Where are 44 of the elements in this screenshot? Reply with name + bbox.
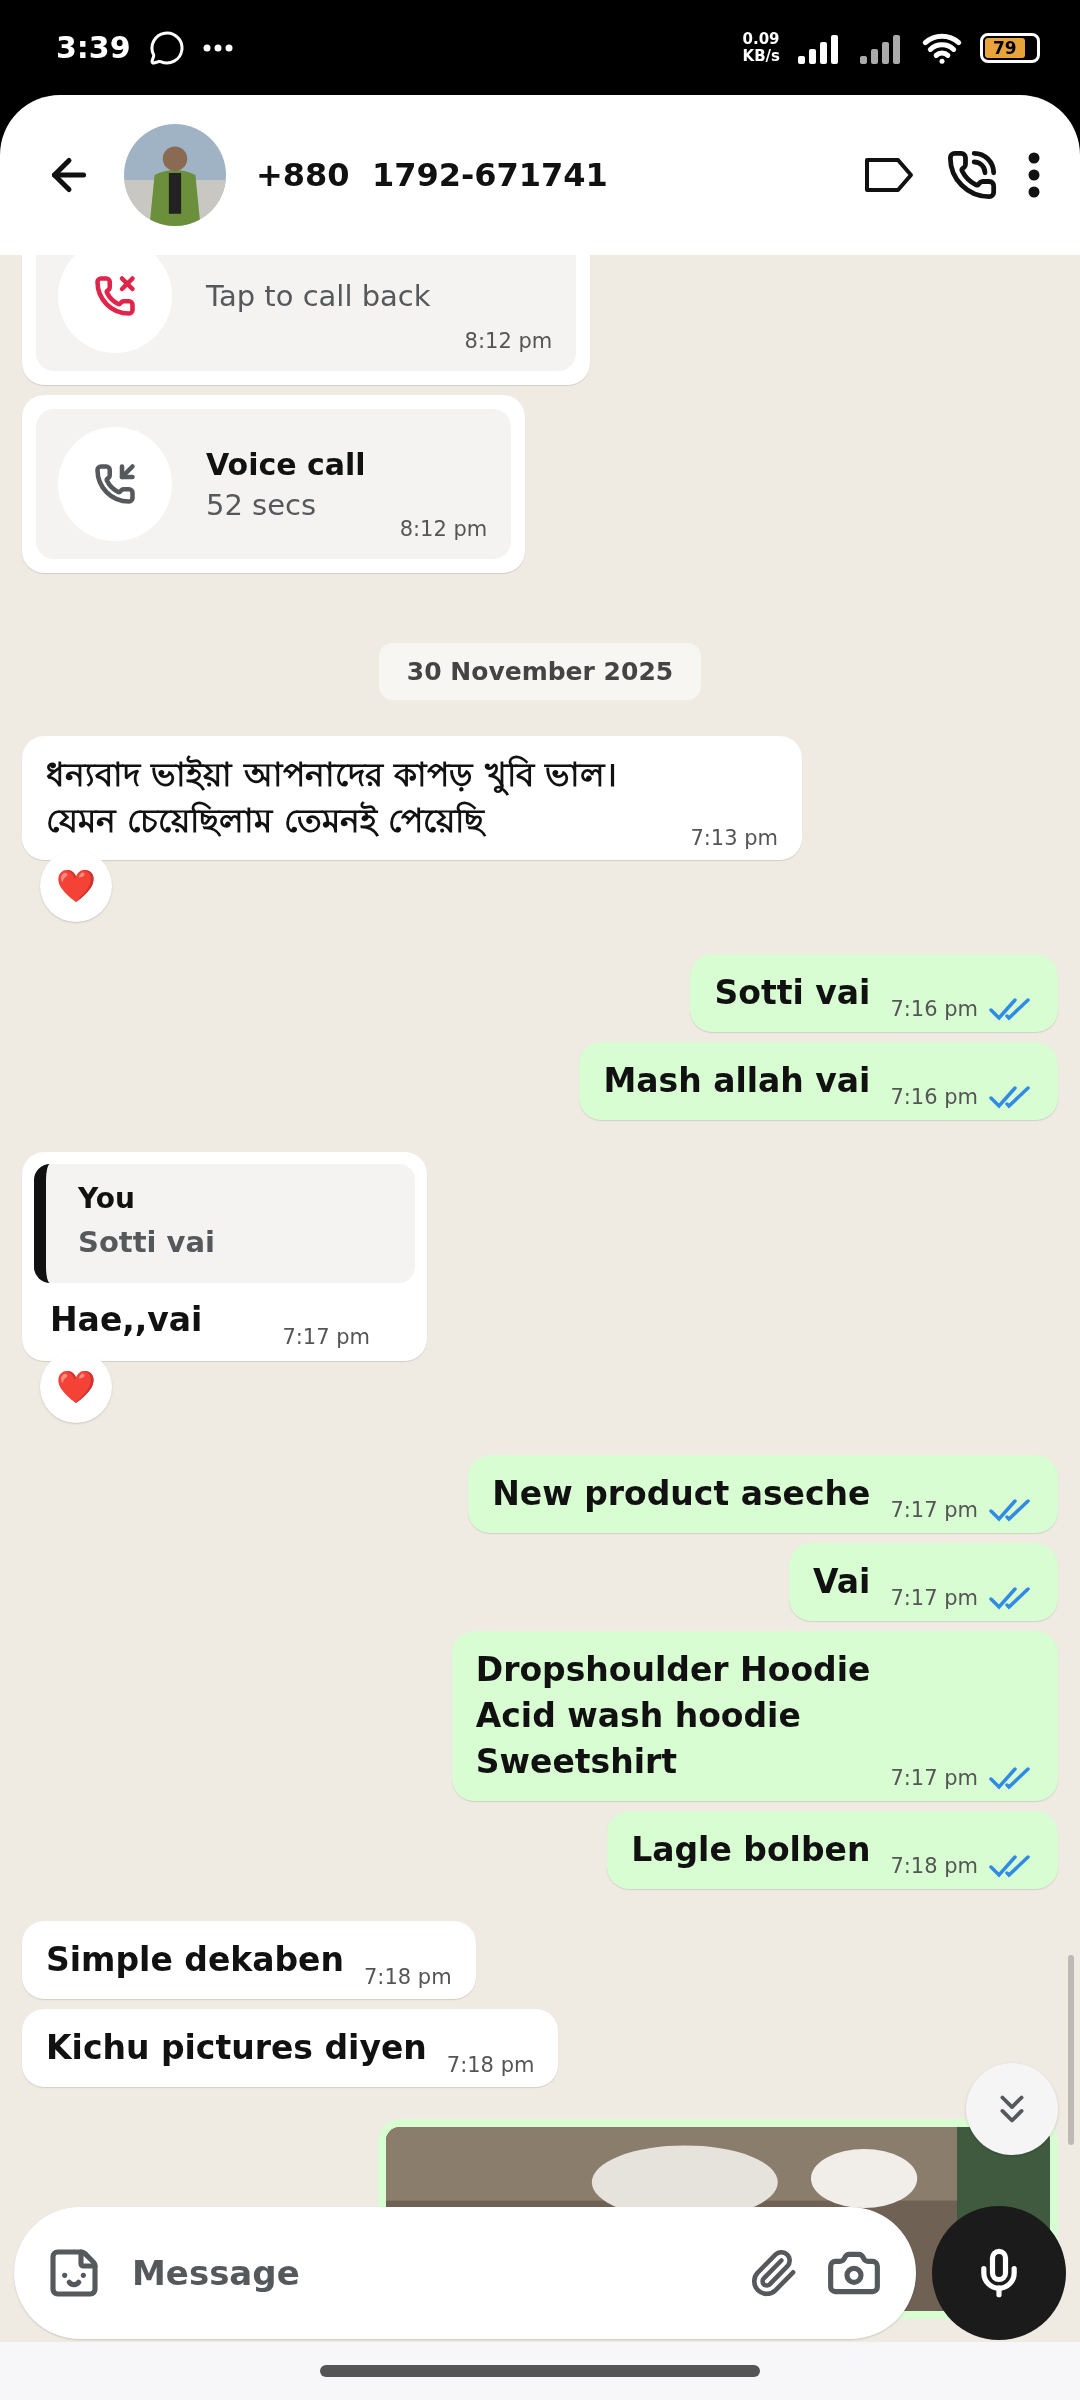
message-field[interactable]: Message — [130, 2252, 720, 2294]
message-time: 7:18 pm — [446, 2053, 535, 2077]
message-text: Mash allah vai — [603, 1060, 871, 1102]
call-subtitle: 52 secs — [206, 487, 318, 522]
menu-button[interactable] — [1028, 152, 1040, 198]
message-text: Simple dekaben — [46, 1939, 344, 1981]
message-time: 7:17 pm — [282, 1325, 371, 1349]
message-text: New product aseche — [492, 1473, 871, 1515]
more-dots-icon — [202, 43, 233, 52]
message-text: ধন্যবাদ ভাইয়া আপনাদের কাপড় খুবি ভাল। যেমন চেয়েছিলাম তেমনই পেয়েছি — [46, 754, 619, 842]
message-time: 7:18 pm — [890, 1854, 978, 1878]
message-time: 8:12 pm — [464, 329, 553, 353]
message-time: 7:17 pm — [890, 1766, 978, 1790]
network-speed: 0.09 — [742, 30, 780, 48]
message-time: 7:17 pm — [890, 1498, 978, 1522]
phone-icon — [946, 149, 998, 201]
reaction-emoji: ❤ — [40, 850, 112, 922]
date-chip: 30 November 2025 — [378, 643, 702, 700]
battery-level: 79 — [985, 37, 1025, 58]
call-subtitle: Tap to call back — [206, 279, 431, 313]
message-text: Lagle bolben — [631, 1829, 871, 1871]
status-time: 3:39 — [56, 30, 131, 65]
network-unit: KB/s — [742, 47, 780, 65]
message-time: 8:12 pm — [399, 517, 488, 541]
call-title: Voice call — [206, 446, 366, 482]
message-time: 7:18 pm — [364, 1965, 452, 1989]
message-text: Kichu pictures diyen — [46, 2027, 427, 2069]
message-text: Hae,,vai — [50, 1299, 203, 1341]
label-icon — [862, 155, 916, 195]
message-time: 7:17 pm — [890, 1586, 978, 1610]
message-text: Vai — [813, 1561, 871, 1603]
quote-author: You — [78, 1182, 136, 1215]
chat-app-icon — [148, 29, 185, 66]
menu-icon — [1028, 152, 1040, 198]
message-time: 7:16 pm — [890, 997, 978, 1021]
quote-text: Sotti vai — [78, 1225, 215, 1259]
message-text: Dropshoulder Hoodie Acid wash hoodie Sweetshirt — [475, 1649, 871, 1783]
add-call-button[interactable] — [946, 149, 998, 201]
message-time: 7:16 pm — [890, 1085, 978, 1109]
label-button[interactable] — [862, 155, 916, 195]
contact-name: +880 1792-671741 — [256, 156, 609, 194]
reaction-emoji: ❤ — [40, 1351, 112, 1423]
message-time: 7:13 pm — [690, 826, 778, 850]
message-text: Sotti vai — [714, 972, 871, 1014]
